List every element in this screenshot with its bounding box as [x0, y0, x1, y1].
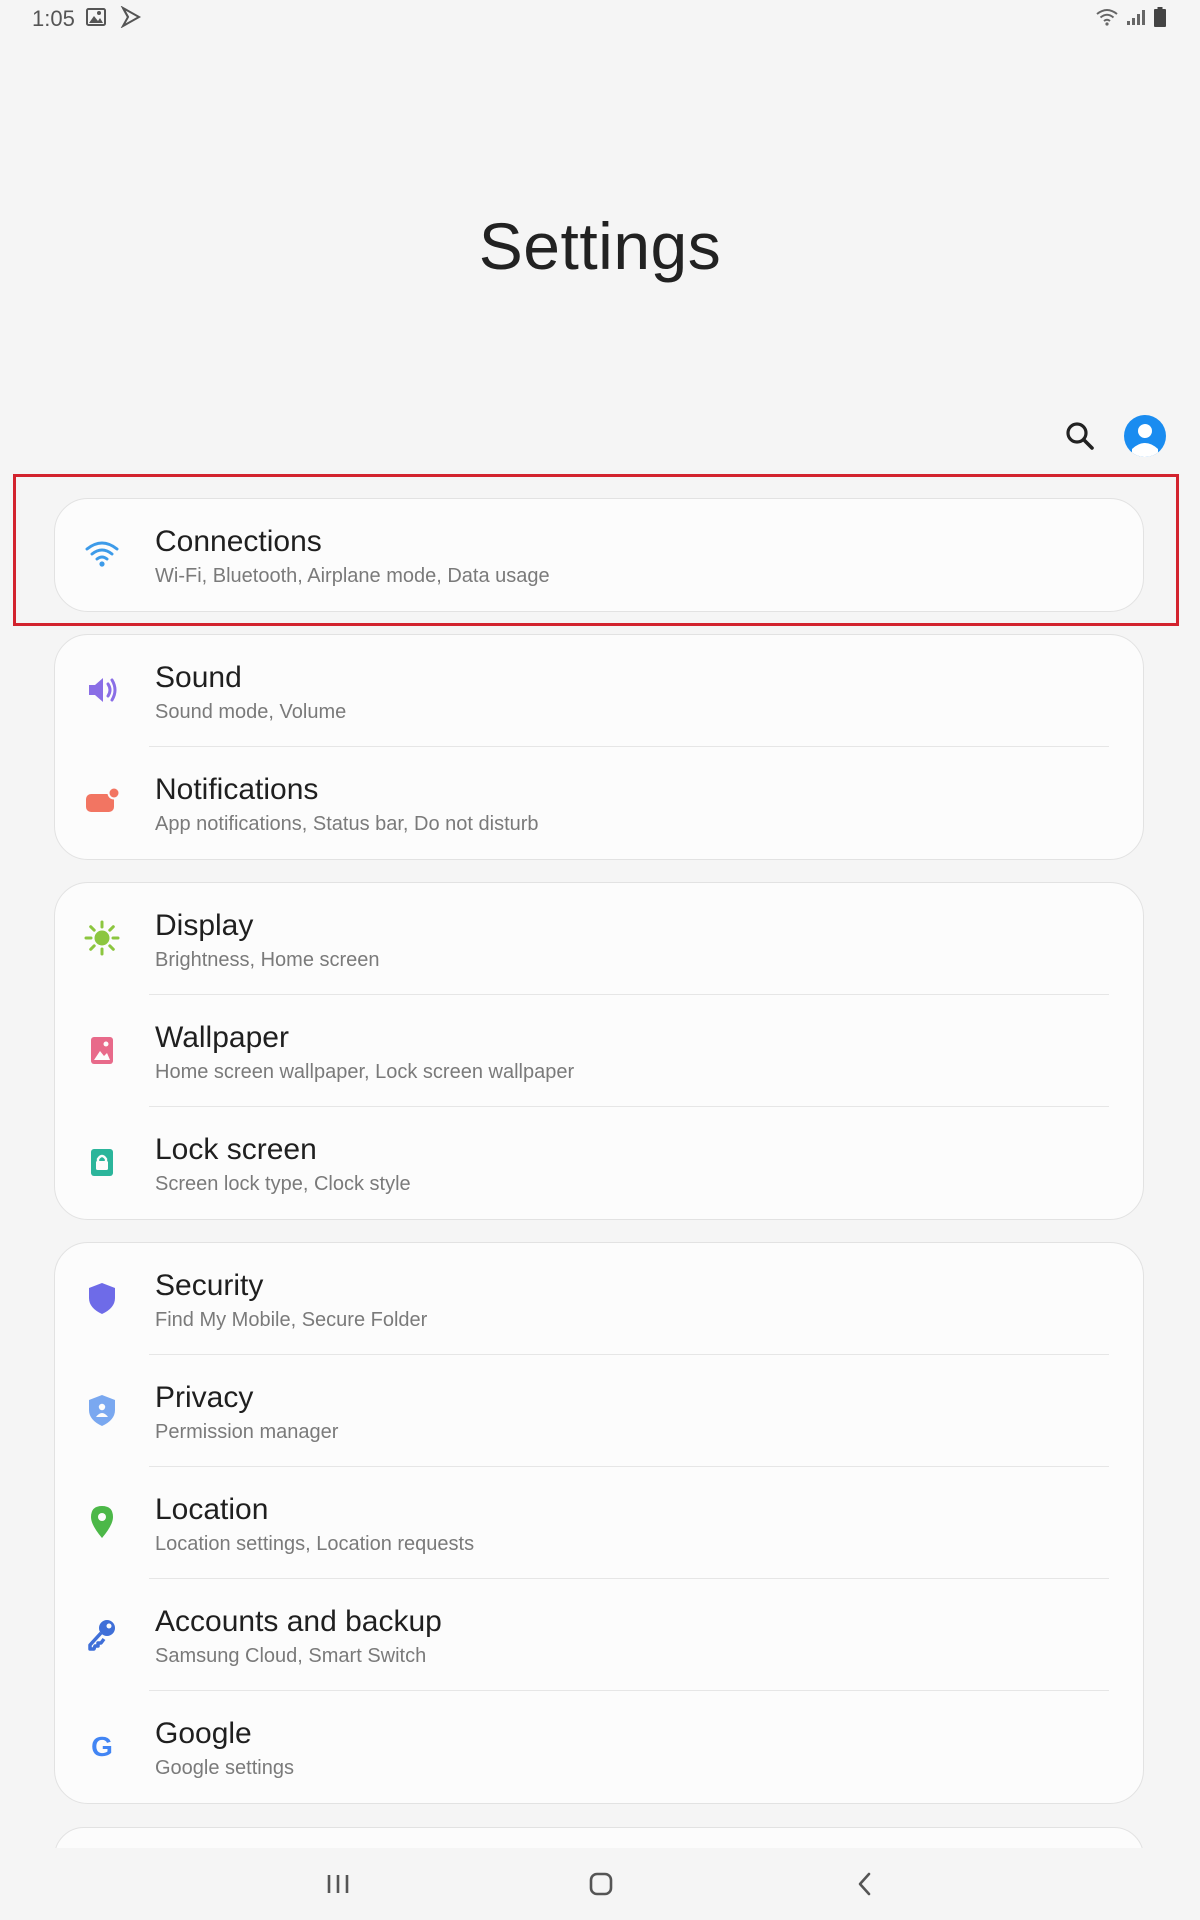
highlight-box: [13, 474, 1179, 626]
settings-card: Security Find My Mobile, Secure Folder Pr…: [54, 1242, 1144, 1804]
settings-item-subtitle: Screen lock type, Clock style: [155, 1173, 411, 1195]
settings-item-title: Location: [155, 1493, 269, 1526]
notification-icon: [81, 781, 123, 823]
status-left-icons: [86, 5, 142, 33]
location-pin-icon: [81, 1501, 123, 1543]
settings-item-subtitle: Brightness, Home screen: [155, 949, 380, 971]
home-icon: [589, 1872, 613, 1896]
volume-icon: [81, 669, 123, 711]
recents-button[interactable]: [318, 1864, 358, 1904]
settings-item-title: Privacy: [155, 1381, 254, 1414]
settings-item-title: Display: [155, 909, 254, 942]
search-icon: [1066, 422, 1094, 450]
settings-item-location[interactable]: Location Location settings, Location requ…: [55, 1467, 1143, 1579]
settings-item-display[interactable]: Display Brightness, Home screen: [55, 883, 1143, 995]
home-button[interactable]: [581, 1864, 621, 1904]
settings-item-subtitle: Google settings: [155, 1757, 294, 1779]
settings-item-title: Wallpaper: [155, 1021, 289, 1054]
privacy-shield-icon: [81, 1389, 123, 1431]
key-icon: [81, 1613, 123, 1655]
battery-icon: [1154, 7, 1166, 32]
settings-item-subtitle: App notifications, Status bar, Do not di…: [155, 813, 539, 835]
settings-item-notifications[interactable]: Notifications App notifications, Status b…: [55, 747, 1143, 859]
settings-item-subtitle: Sound mode, Volume: [155, 701, 347, 723]
page-title: Settings: [478, 209, 722, 283]
settings-item-title: Security: [155, 1269, 264, 1302]
recents-icon: [327, 1875, 349, 1893]
shield-icon: [81, 1277, 123, 1319]
signal-icon: [1126, 8, 1146, 31]
lock-icon: [81, 1141, 123, 1183]
search-button[interactable]: [1062, 418, 1098, 454]
settings-item-google[interactable]: G Google Google settings: [55, 1691, 1143, 1803]
settings-item-subtitle: Location settings, Location requests: [155, 1533, 475, 1555]
google-icon: G: [81, 1725, 123, 1767]
account-icon: [1132, 424, 1158, 457]
settings-item-security[interactable]: Security Find My Mobile, Secure Folder: [55, 1243, 1143, 1355]
navigation-bar: [0, 1848, 1200, 1920]
brightness-icon: [81, 917, 123, 959]
wallpaper-icon: [81, 1029, 123, 1071]
settings-item-title: Lock screen: [155, 1133, 317, 1166]
settings-item-sound[interactable]: Sound Sound mode, Volume: [55, 635, 1143, 747]
back-button[interactable]: [845, 1864, 885, 1904]
settings-item-title: Notifications: [155, 773, 319, 806]
settings-item-subtitle: Home screen wallpaper, Lock screen wallp…: [155, 1061, 575, 1083]
gallery-icon: [86, 8, 106, 31]
settings-item-title: Accounts and backup: [155, 1605, 442, 1638]
status-time: 1:05: [32, 6, 75, 31]
settings-item-subtitle: Permission manager: [155, 1421, 339, 1443]
settings-card: Display Brightness, Home screen Wallpaper…: [54, 882, 1144, 1220]
settings-item-privacy[interactable]: Privacy Permission manager: [55, 1355, 1143, 1467]
settings-item-title: Sound: [155, 661, 242, 694]
settings-item-title: Google: [155, 1717, 252, 1750]
settings-item-accounts-and-backup[interactable]: Accounts and backup Samsung Cloud, Smart …: [55, 1579, 1143, 1691]
status-right-icons: [1096, 7, 1166, 32]
back-icon: [858, 1872, 871, 1896]
wifi-icon: [1096, 8, 1118, 31]
profile-button[interactable]: [1124, 415, 1166, 457]
svg-text:G: G: [91, 1731, 113, 1762]
status-bar: 1:05: [0, 0, 1200, 40]
sprint-icon: [120, 5, 142, 33]
settings-item-subtitle: Samsung Cloud, Smart Switch: [155, 1645, 427, 1667]
settings-item-lock-screen[interactable]: Lock screen Screen lock type, Clock style: [55, 1107, 1143, 1219]
settings-item-wallpaper[interactable]: Wallpaper Home screen wallpaper, Lock scr…: [55, 995, 1143, 1107]
settings-item-subtitle: Find My Mobile, Secure Folder: [155, 1309, 428, 1331]
settings-card: Sound Sound mode, Volume Notifications App…: [54, 634, 1144, 860]
